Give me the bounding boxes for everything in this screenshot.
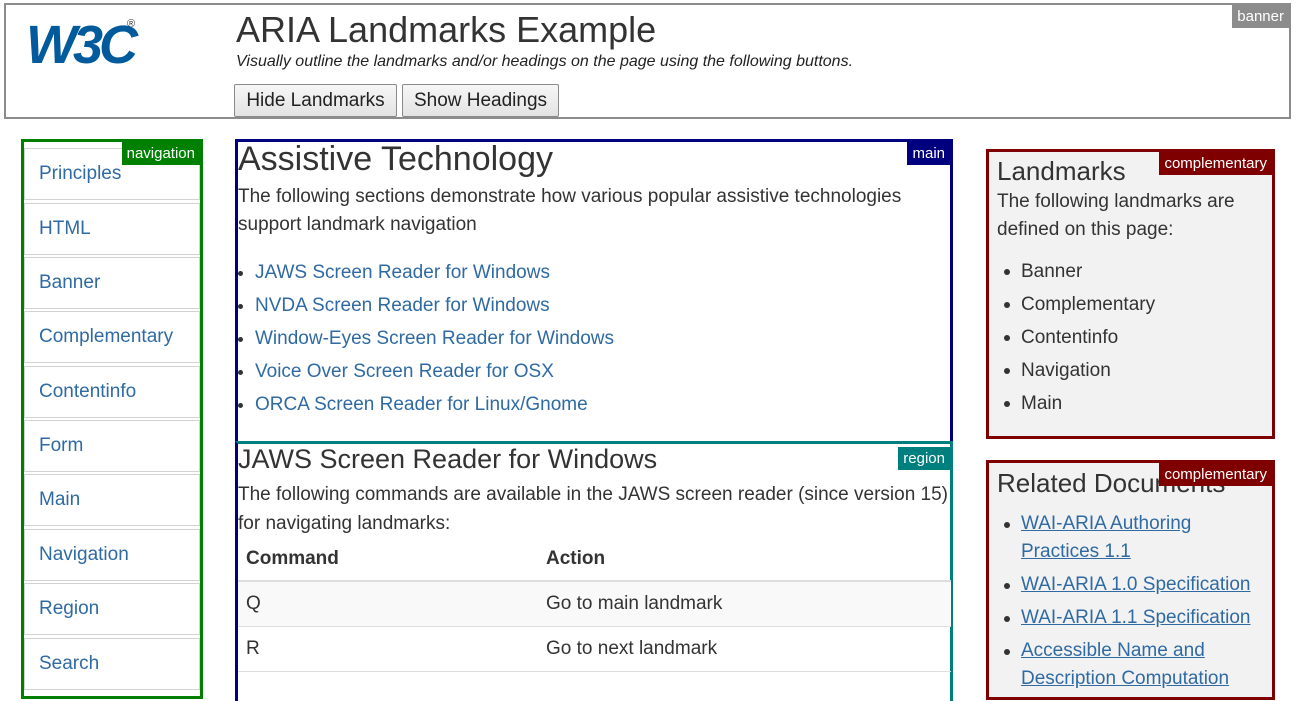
- list-item: NVDA Screen Reader for Windows: [238, 289, 614, 322]
- nav-item-navigation[interactable]: Navigation: [24, 529, 200, 581]
- region-landmark: region JAWS Screen Reader for Windows Th…: [235, 441, 953, 701]
- complementary-related-documents: Related Documents complementary WAI-ARIA…: [986, 460, 1275, 700]
- nav-item-complementary[interactable]: Complementary: [24, 311, 200, 363]
- main-heading: Assistive Technology: [238, 140, 553, 178]
- nav-link[interactable]: Banner: [25, 258, 199, 308]
- assistive-technology-list: JAWS Screen Reader for Windows NVDA Scre…: [238, 256, 614, 421]
- list-item: Accessible Name and Description Computat…: [1001, 637, 1263, 693]
- region-intro-text: The following commands are available in …: [238, 484, 949, 534]
- show-headings-button[interactable]: Show Headings: [402, 84, 559, 117]
- list-item: Banner: [1001, 255, 1155, 288]
- nav-link[interactable]: Navigation: [25, 530, 199, 580]
- region-heading: JAWS Screen Reader for Windows: [238, 444, 658, 474]
- list-item: Voice Over Screen Reader for OSX: [238, 355, 614, 388]
- banner-landmark-label: banner: [1232, 5, 1289, 28]
- voice-over-link[interactable]: Voice Over Screen Reader for OSX: [255, 361, 554, 382]
- nav-item-main[interactable]: Main: [24, 474, 200, 526]
- w3c-logo-text: W3C: [26, 15, 139, 75]
- landmark-list: Banner Complementary Contentinfo Navigat…: [1001, 255, 1155, 420]
- page-subtitle: Visually outline the landmarks and/or he…: [236, 53, 854, 70]
- related-documents-list: WAI-ARIA Authoring Practices 1.1 WAI-ARI…: [1001, 510, 1263, 698]
- list-item: Complementary: [1001, 288, 1155, 321]
- table-cell-action: Go to main landmark: [538, 581, 951, 627]
- svg-text:®: ®: [127, 18, 135, 30]
- authoring-practices-link[interactable]: WAI-ARIA Authoring Practices 1.1: [1021, 513, 1191, 562]
- orca-link[interactable]: ORCA Screen Reader for Linux/Gnome: [255, 394, 588, 415]
- nav-item-banner[interactable]: Banner: [24, 257, 200, 309]
- column-header-command: Command: [238, 538, 538, 582]
- list-item: Contentinfo: [1001, 321, 1155, 354]
- list-item: WAI-ARIA 1.1 Specification: [1001, 604, 1263, 632]
- table-row: R Go to next landmark: [238, 626, 951, 672]
- complementary-landmark-label: complementary: [1159, 152, 1272, 175]
- jaws-link[interactable]: JAWS Screen Reader for Windows: [255, 262, 550, 283]
- list-item: Main: [1001, 387, 1155, 420]
- nav-link[interactable]: Complementary: [25, 312, 199, 362]
- nav-item-form[interactable]: Form: [24, 420, 200, 472]
- nav-link[interactable]: Form: [25, 421, 199, 471]
- landmarks-heading: Landmarks: [997, 156, 1126, 186]
- landmarks-description: The following landmarks are defined on t…: [997, 191, 1235, 240]
- nav-link[interactable]: Main: [25, 475, 199, 525]
- list-item: WAI-ARIA Authoring Practices 1.1: [1001, 510, 1263, 566]
- table-cell-command: R: [238, 626, 538, 672]
- list-item: WAI-ARIA 1.0 Specification: [1001, 571, 1263, 599]
- main-intro-text: The following sections demonstrate how v…: [238, 186, 902, 235]
- table-row: Q Go to main landmark: [238, 581, 951, 627]
- column-header-action: Action: [538, 538, 951, 582]
- table-header-row: Command Action: [238, 538, 951, 582]
- window-eyes-link[interactable]: Window-Eyes Screen Reader for Windows: [255, 328, 614, 349]
- nav-link[interactable]: Region: [25, 584, 199, 634]
- commands-table: Command Action Q Go to main landmark R G…: [238, 538, 951, 672]
- nav-link[interactable]: Search: [25, 639, 199, 689]
- table-cell-command: Q: [238, 581, 538, 627]
- navigation-landmark-label: navigation: [121, 142, 200, 165]
- page-title: ARIA Landmarks Example: [236, 9, 657, 50]
- nav-link[interactable]: Contentinfo: [25, 367, 199, 417]
- nav-item-html[interactable]: HTML: [24, 203, 200, 255]
- aria-1-0-spec-link[interactable]: WAI-ARIA 1.0 Specification: [1021, 574, 1251, 595]
- nav-item-contentinfo[interactable]: Contentinfo: [24, 366, 200, 418]
- main-landmark-label: main: [907, 142, 950, 165]
- complementary-landmark-label: complementary: [1159, 463, 1272, 486]
- accessible-name-link[interactable]: Accessible Name and Description Computat…: [1021, 640, 1229, 689]
- banner-landmark: banner W3C ® ARIA Landmarks Example Visu…: [4, 3, 1291, 119]
- list-item: Window-Eyes Screen Reader for Windows: [238, 322, 614, 355]
- w3c-logo[interactable]: W3C ®: [24, 13, 139, 75]
- main-landmark: main Assistive Technology The following …: [235, 139, 953, 444]
- list-item: JAWS Screen Reader for Windows: [238, 256, 614, 289]
- nav-item-region[interactable]: Region: [24, 583, 200, 635]
- complementary-landmarks: Landmarks complementary The following la…: [986, 149, 1275, 439]
- list-item: Navigation: [1001, 354, 1155, 387]
- aria-1-1-spec-link[interactable]: WAI-ARIA 1.1 Specification: [1021, 607, 1251, 628]
- region-landmark-label: region: [898, 447, 950, 470]
- nav-link[interactable]: HTML: [25, 204, 199, 254]
- list-item: ORCA Screen Reader for Linux/Gnome: [238, 388, 614, 421]
- nav-item-search[interactable]: Search: [24, 638, 200, 690]
- navigation-landmark: Principles HTML Banner Complementary Con…: [21, 139, 203, 699]
- hide-landmarks-button[interactable]: Hide Landmarks: [234, 84, 397, 117]
- table-cell-action: Go to next landmark: [538, 626, 951, 672]
- nvda-link[interactable]: NVDA Screen Reader for Windows: [255, 295, 550, 316]
